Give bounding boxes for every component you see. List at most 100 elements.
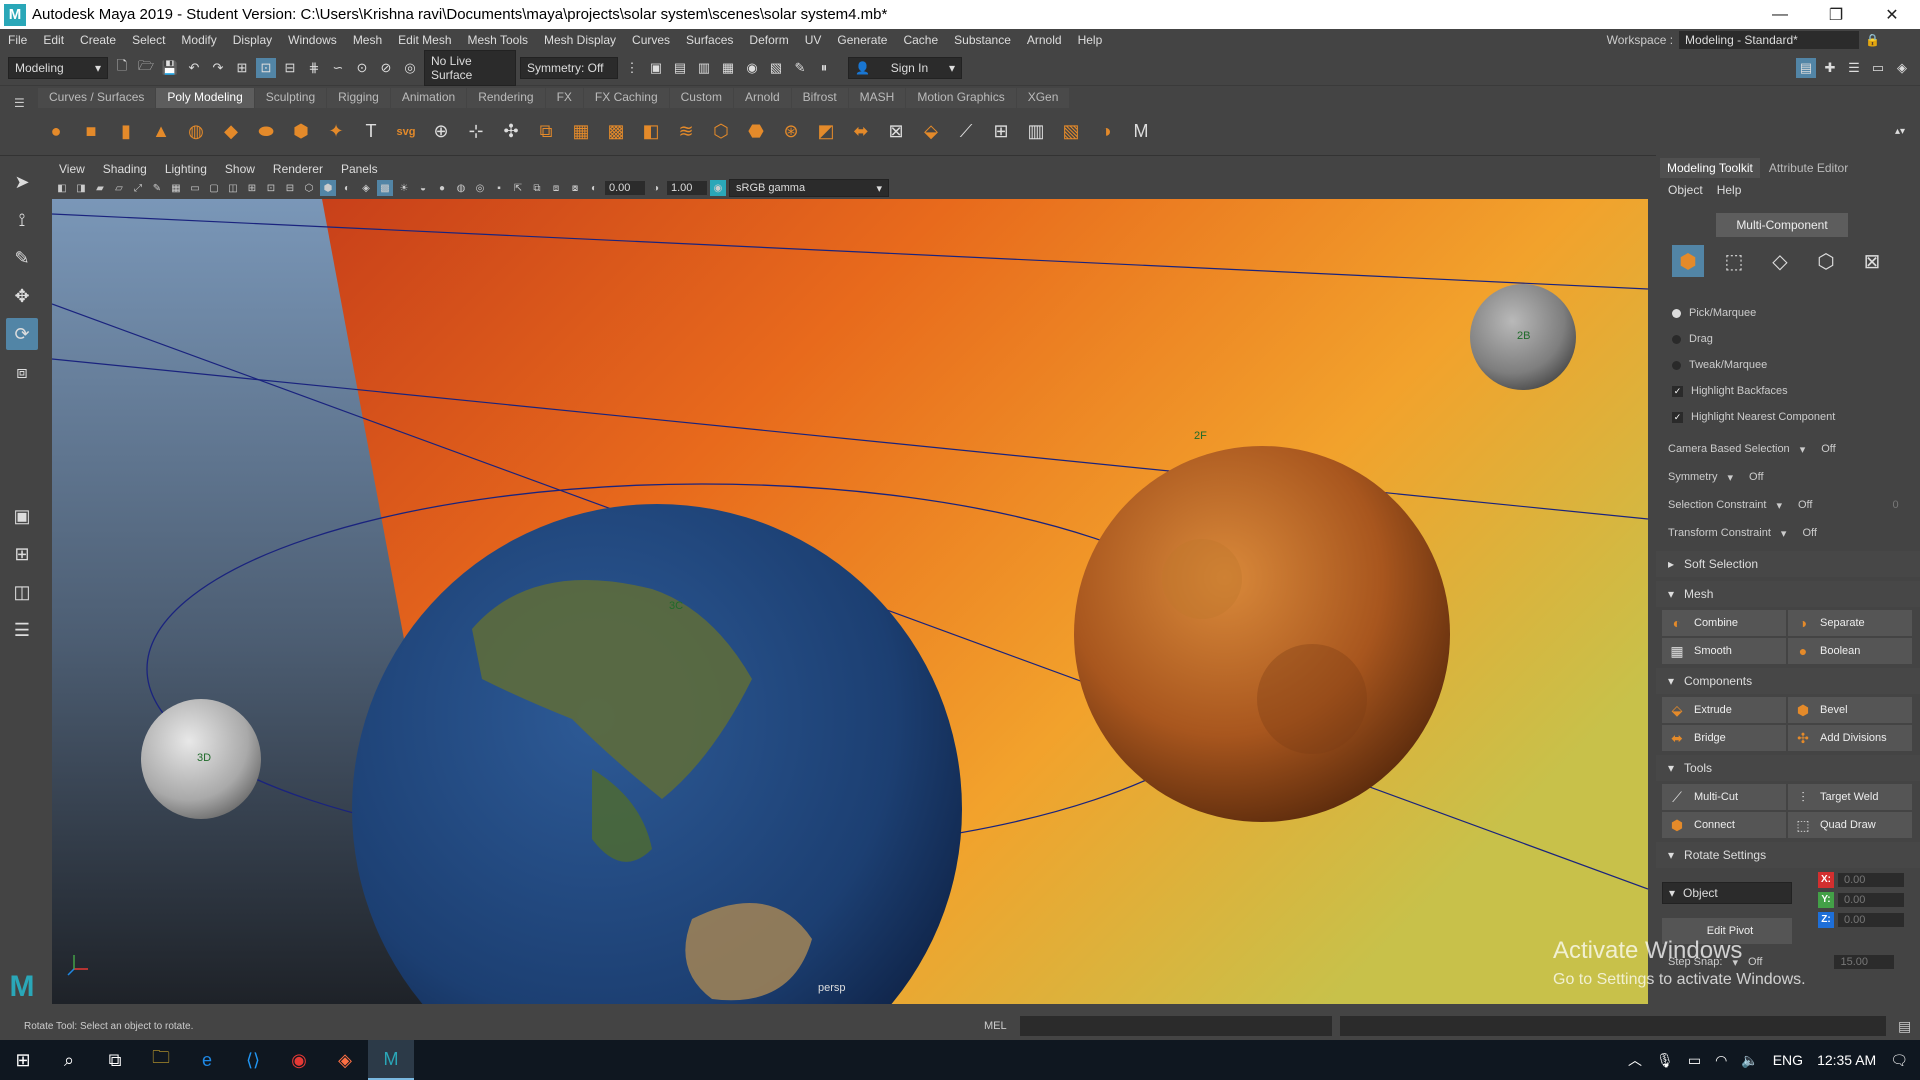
select-tool-icon[interactable]: ➤ [6,166,38,198]
highlight-nearest-checkbox[interactable]: ✓ Highlight Nearest Component [1672,407,1920,427]
viewport-menu-view[interactable]: View [50,162,94,176]
single-perspective-layout-icon[interactable]: ▣ [6,500,38,532]
mesh-section-header[interactable]: ▾ Mesh [1656,581,1920,607]
image-plane-icon[interactable]: ▱ [111,180,127,196]
multi-component-button[interactable]: Multi-Component [1716,213,1848,237]
view-transform-dropdown[interactable]: sRGB gamma ▾ [729,179,889,197]
rotate-y-field[interactable]: 0.00 [1838,893,1904,907]
shelf-tab-fx[interactable]: FX [545,88,583,108]
menu-select[interactable]: Select [124,33,173,47]
tab-attribute-editor[interactable]: Attribute Editor [1762,158,1855,178]
snap-view-icon[interactable]: ⊘ [376,58,396,78]
lock-icon[interactable]: 🔒 [1865,33,1880,47]
edge-mode-icon[interactable]: ◇ [1764,245,1796,277]
vscode-icon[interactable]: ⟨⟩ [230,1040,276,1080]
planar-map-icon[interactable]: ▥ [1024,120,1048,144]
workspace-dropdown[interactable]: Modeling - Standard* [1679,30,1860,49]
layer-editor-icon[interactable]: ◈ [1892,58,1912,78]
boolean-icon[interactable]: ◧ [639,120,663,144]
task-view-icon[interactable]: ⧉ [92,1040,138,1080]
viewport-menu-panels[interactable]: Panels [332,162,387,176]
bridge-button[interactable]: ⬌ Bridge [1662,725,1786,751]
reduce-icon[interactable]: ⊛ [779,120,803,144]
save-scene-icon[interactable]: 💾 [160,58,180,78]
separate-icon[interactable]: ▦ [569,120,593,144]
shelf-tab-poly-modeling[interactable]: Poly Modeling [156,88,254,108]
extract-icon[interactable]: ▩ [604,120,628,144]
crease-icon[interactable]: ⊠ [884,120,908,144]
combine-icon[interactable]: ⧉ [534,120,558,144]
open-scene-icon[interactable]: 🗁 [136,58,156,78]
language-indicator[interactable]: ENG [1773,1052,1803,1068]
multi-cut-icon[interactable]: ⟋ [954,120,978,144]
symmetry-row[interactable]: Symmetry ▾ Off [1668,463,1920,491]
character-controls-icon[interactable]: ✚ [1820,58,1840,78]
highlight-backfaces-checkbox[interactable]: ✓ Highlight Backfaces [1672,381,1920,401]
shelf-tab-arnold[interactable]: Arnold [733,88,791,108]
mel-label[interactable]: MEL [984,1020,1020,1032]
render-settings-icon[interactable]: ▦ [718,58,738,78]
hypershade-icon[interactable]: ◉ [742,58,762,78]
smooth-button[interactable]: ▦ Smooth [1662,638,1786,664]
screen-space-ao-icon[interactable]: ● [434,180,450,196]
viewport-menu-show[interactable]: Show [216,162,264,176]
hypershade-shelf-icon[interactable]: ◑ [1094,120,1118,144]
color-management-icon[interactable]: ◉ [710,180,726,196]
bookmark-icon[interactable]: ▰ [92,180,108,196]
gate-mask-icon[interactable]: ◫ [225,180,241,196]
close-button[interactable]: ✕ [1864,5,1920,25]
step-snap-amount[interactable]: 15.00 [1834,955,1895,969]
anti-aliasing-icon[interactable]: ◎ [472,180,488,196]
exposure-field[interactable]: 0.00 [605,181,645,195]
uv-editor-icon[interactable]: ⊞ [989,120,1013,144]
modeling-toolkit-toggle-icon[interactable]: ▤ [1796,58,1816,78]
xray-joints-icon[interactable]: ⧈ [548,180,564,196]
shelf-tab-rigging[interactable]: Rigging [327,88,390,108]
shelf-tab-sculpting[interactable]: Sculpting [254,88,327,108]
sculpt-target-icon[interactable]: ⊕ [429,120,453,144]
shelf-tab-rendering[interactable]: Rendering [467,88,545,108]
viewport-menu-renderer[interactable]: Renderer [264,162,332,176]
snap-surface-icon[interactable]: ◎ [400,58,420,78]
battery-icon[interactable]: ▭ [1688,1052,1701,1069]
windows-start-icon[interactable]: ⊞ [0,1040,46,1080]
mirror-icon[interactable]: ◩ [814,120,838,144]
snap-point-icon[interactable]: ⊙ [352,58,372,78]
multi-cut-button[interactable]: ⟋ Multi-Cut [1662,784,1786,810]
film-gate-icon[interactable]: ▭ [187,180,203,196]
bridge-icon[interactable]: ⬌ [849,120,873,144]
file-explorer-icon[interactable]: 🗀 [138,1040,184,1080]
panel-menu-object[interactable]: Object [1668,183,1703,197]
poly-plane-icon[interactable]: ◆ [219,120,243,144]
pick-marquee-option[interactable]: Pick/Marquee [1672,303,1920,323]
mars-sphere[interactable] [1074,446,1450,822]
xray-icon[interactable]: ⧉ [529,180,545,196]
snap-align-icon[interactable]: ⊹ [464,120,488,144]
speaker-icon[interactable]: 🔈 [1741,1052,1758,1069]
safe-action-icon[interactable]: ⊡ [263,180,279,196]
minimize-button[interactable]: — [1752,6,1808,24]
maya-taskbar-icon[interactable]: M [368,1040,414,1080]
shelf-scroll-icon[interactable]: ▴▾ [1888,120,1912,144]
tool-settings-icon[interactable]: ▭ [1868,58,1888,78]
shelf-tab-curves-surfaces[interactable]: Curves / Surfaces [38,88,156,108]
menu-arnold[interactable]: Arnold [1019,33,1070,47]
shadows-icon[interactable]: ◒ [415,180,431,196]
transform-constraint-row[interactable]: Transform Constraint ▾ Off [1668,519,1920,547]
clock[interactable]: 12:35 AM [1817,1052,1876,1068]
paint-select-tool-icon[interactable]: ✎ [6,242,38,274]
ipr-render-icon[interactable]: ▥ [694,58,714,78]
menu-help[interactable]: Help [1070,33,1111,47]
two-view-layout-icon[interactable]: ◫ [6,576,38,608]
average-icon[interactable]: ⬡ [709,120,733,144]
menu-display[interactable]: Display [225,33,280,47]
isolate-select-icon[interactable]: ⇱ [510,180,526,196]
fill-hole-icon[interactable]: ⬣ [744,120,768,144]
sign-in-dropdown[interactable]: 👤 Sign In ▾ [848,57,962,79]
viewport-menu-shading[interactable]: Shading [94,162,156,176]
poly-cylinder-icon[interactable]: ▮ [114,120,138,144]
menu-edit-mesh[interactable]: Edit Mesh [390,33,459,47]
face-mode-icon[interactable]: ⬡ [1810,245,1842,277]
grease-pencil-icon[interactable]: ✎ [149,180,165,196]
arnold-ipr-icon[interactable]: ✎ [790,58,810,78]
